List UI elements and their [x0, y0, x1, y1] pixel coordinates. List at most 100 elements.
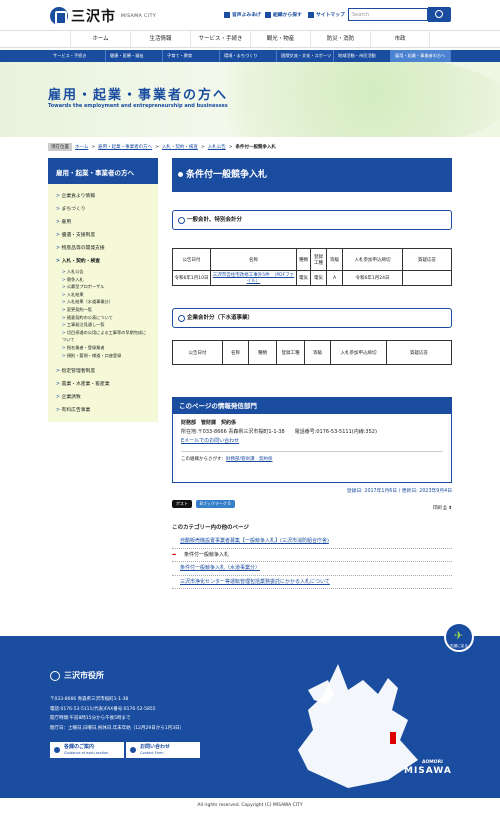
sitemap-icon [308, 11, 314, 18]
sidebar-item[interactable]: 有料広告事業 [56, 404, 150, 417]
sidebar-subitem[interactable]: 公募型プロポーザル [56, 283, 150, 291]
section-guide-button[interactable]: 各課のご案内 Guidance of each section [50, 742, 124, 758]
gnav-cityhall[interactable]: 市政 [370, 31, 430, 47]
city-emblem-icon [50, 670, 60, 681]
arrow-right-icon: ➡ [172, 551, 177, 558]
footer-address: 〒033-8666 青森県三沢市桜町1-1-38 [50, 697, 129, 702]
sidebar-item[interactable]: 優遇・支援制度 [56, 229, 150, 242]
print-label[interactable]: 印刷 [433, 506, 442, 511]
table-row: 令和6年1月10日 三沢市営住宅改修工事外5件 （PDFファイル） 電気 電気 … [172, 270, 452, 286]
sidebar-subitem[interactable]: 競争入札 [56, 276, 150, 284]
breadcrumb: 現在位置 ホーム > 雇用・起業・事業者の方へ > 入札・契約・検査 > 入札公告 > … [48, 143, 276, 151]
back-to-top-label[interactable]: 先頭に戻る [450, 644, 468, 648]
snav-item[interactable]: 環境・まちづくり [220, 50, 277, 62]
gnav-services[interactable]: サービス・手続き [190, 31, 250, 47]
snav-item[interactable]: 健康・医療・福祉 [106, 50, 163, 62]
snav-item[interactable]: サービス・手続き [49, 50, 106, 62]
th: 入札参加申込締切 [330, 340, 387, 365]
gnav-disaster[interactable]: 防災・消防 [310, 31, 370, 47]
sidebar-subitem[interactable]: 切目停通の公用による工事等の早期完成について [56, 329, 150, 344]
bid-table-sewer: 公告日付 名称 種類 登録工種 等級 入札参加申込締切 質疑応答 [172, 340, 452, 365]
breadcrumb-item[interactable]: 入札公告 [208, 144, 226, 150]
page-title: 条件付一般競争入札 [172, 158, 452, 192]
up-icon[interactable]: ⬆ [448, 506, 452, 511]
back-to-top-button[interactable]: ✈ 先頭に戻る [444, 622, 474, 652]
sidebar-subitem[interactable]: 随意契約の公表について [56, 314, 150, 322]
section-heading: 企業会計分（下水道事業） [172, 308, 452, 328]
sidebar: 雇用・起業・事業者の方へ 企業貢より情報 まちづくり 雇用 優遇・支援制度 物産… [48, 158, 158, 422]
cell: 電気 [310, 270, 327, 286]
breadcrumb-item[interactable]: 入札・契約・検査 [162, 144, 198, 150]
sidebar-item[interactable]: まちづくり [56, 203, 150, 216]
sidebar-subitem[interactable]: 入札公告 [56, 268, 150, 276]
gnav-life[interactable]: 生活情報 [130, 31, 190, 47]
contact-button[interactable]: お問い合わせ Contact Form [126, 742, 200, 758]
org-link[interactable]: 財務部/管財課 契約係 [226, 457, 273, 462]
sidebar-item[interactable]: 物産品等の開発支援 [56, 242, 150, 255]
search-button[interactable] [428, 7, 451, 22]
sidebar-item-active[interactable]: 入札・契約・検査 [56, 255, 150, 268]
page-dates: 登録日: 2017年1月6日 / 更新日: 2023年9月4日 [346, 489, 452, 494]
footer-closed: 閉庁日：土曜日,日曜日,祝休日,年末年始（12月29日から1月3日） [50, 725, 184, 731]
th: 公告日付 [172, 248, 211, 271]
th: 種類 [296, 248, 311, 271]
city-name-en: MISAMA CITY [121, 13, 157, 19]
breadcrumb-item[interactable]: 雇用・起業・事業者の方へ [98, 144, 152, 150]
info-other-label: この組織からさがす： [181, 457, 226, 462]
th: 種類 [248, 340, 277, 365]
sidebar-subitem[interactable]: 工事発注見通し一覧 [56, 321, 150, 329]
cell-link[interactable]: 三沢市営住宅改修工事外5件 （PDFファイル） [210, 270, 297, 286]
sidebar-subitem[interactable]: 変更契約一覧 [56, 306, 150, 314]
sidebar-item[interactable]: 企業誘致 [56, 391, 150, 404]
th: 等級 [326, 248, 343, 271]
airplane-icon: ✈ [454, 629, 464, 642]
bookmark-button[interactable]: Bブックマーク 0 [196, 500, 235, 508]
section-heading: 一般会計、特別会計分 [172, 210, 452, 230]
sub-nav: サービス・手続き 健康・医療・福祉 子育て・教育 環境・まちづくり 国際交流・文… [0, 50, 500, 62]
sidebar-item[interactable]: 農業・水産業・畜産業 [56, 378, 150, 391]
gnav-home[interactable]: ホーム [70, 31, 130, 47]
main-content: 条件付一般競争入札 一般会計、特別会計分 公告日付 名称 種類 登録工種 等級 … [172, 158, 452, 589]
related-item[interactable]: 三沢市浄化センター等運転管理包括業務委託にかかる入札について [172, 576, 452, 589]
sidebar-subitem[interactable]: 入札結果 [56, 291, 150, 299]
sidebar-subitem[interactable]: 入札結果（水道事業分） [56, 298, 150, 306]
snav-item[interactable]: 地域活動・市民活動 [334, 50, 391, 62]
sidebar-item[interactable]: 企業貢より情報 [56, 190, 150, 203]
info-heading: このページの情報発信部門 [173, 398, 451, 414]
th: 登録工種 [310, 248, 327, 271]
map-label-misawa: MISAWA [404, 766, 452, 776]
city-logo[interactable]: 三沢市 MISAMA CITY [50, 6, 156, 26]
hero-banner: 雇用・起業・事業者の方へ Towards the employment and … [0, 62, 500, 137]
sidebar-subitem[interactable]: 指名業者・登録業者 [56, 344, 150, 352]
breadcrumb-current: 条件付一般競争入札 [235, 145, 277, 150]
x-post-button[interactable]: ポスト [172, 500, 192, 508]
footer-tel: 電話:0176-53-5111(代表)FAX番号:0176-52-5855 [50, 706, 156, 712]
related-item[interactable]: 条件付一般競争入札（水道事業分） [172, 562, 452, 576]
gnav-tourism[interactable]: 観光・物産 [250, 31, 310, 47]
site-footer: 三沢市役所 〒033-8666 青森県三沢市桜町1-1-38 電話:0176-5… [0, 636, 500, 798]
util-sitemap-link[interactable]: サイトマップ [308, 11, 345, 18]
related-item[interactable]: 自動販売機設置事業者募集【一般競争入札】(三沢市消防組合庁舎) [172, 535, 452, 549]
cell: A [326, 270, 343, 286]
snav-item-active[interactable]: 雇用・起業・事業者の方へ [391, 50, 451, 62]
city-emblem-icon [50, 7, 68, 25]
sidebar-item[interactable]: 指定管理者制度 [56, 365, 150, 378]
th: 質疑応答 [402, 248, 452, 271]
print-icon: ⎙ [443, 506, 447, 511]
search-input[interactable]: Search [348, 8, 428, 21]
bid-link[interactable]: 三沢市営住宅改修工事外5件 （PDFファイル） [213, 273, 294, 284]
city-name: 三沢市 [71, 9, 116, 25]
footer-hours: 開庁時間:午前8時15分から午後5時まで [50, 716, 131, 721]
info-dept: 財務部 管財課 契約係 [181, 420, 237, 426]
sidebar-title[interactable]: 雇用・起業・事業者の方へ [48, 158, 158, 184]
cell: 令和6年1月10日 [172, 270, 211, 286]
snav-item[interactable]: 国際交流・文化・スポーツ [277, 50, 334, 62]
breadcrumb-item[interactable]: ホーム [75, 144, 88, 150]
sidebar-subitem[interactable]: 規則・要領・様道・口座登録 [56, 352, 150, 360]
cell: 令和6年1月24日 [342, 270, 403, 286]
email-link[interactable]: Eメールでのお問い合わせ [181, 438, 239, 444]
sidebar-item[interactable]: 雇用 [56, 216, 150, 229]
util-voice-link[interactable]: 音声よみあげ [224, 11, 261, 18]
snav-item[interactable]: 子育て・教育 [163, 50, 220, 62]
util-org-link[interactable]: 組織から探す [265, 11, 302, 18]
